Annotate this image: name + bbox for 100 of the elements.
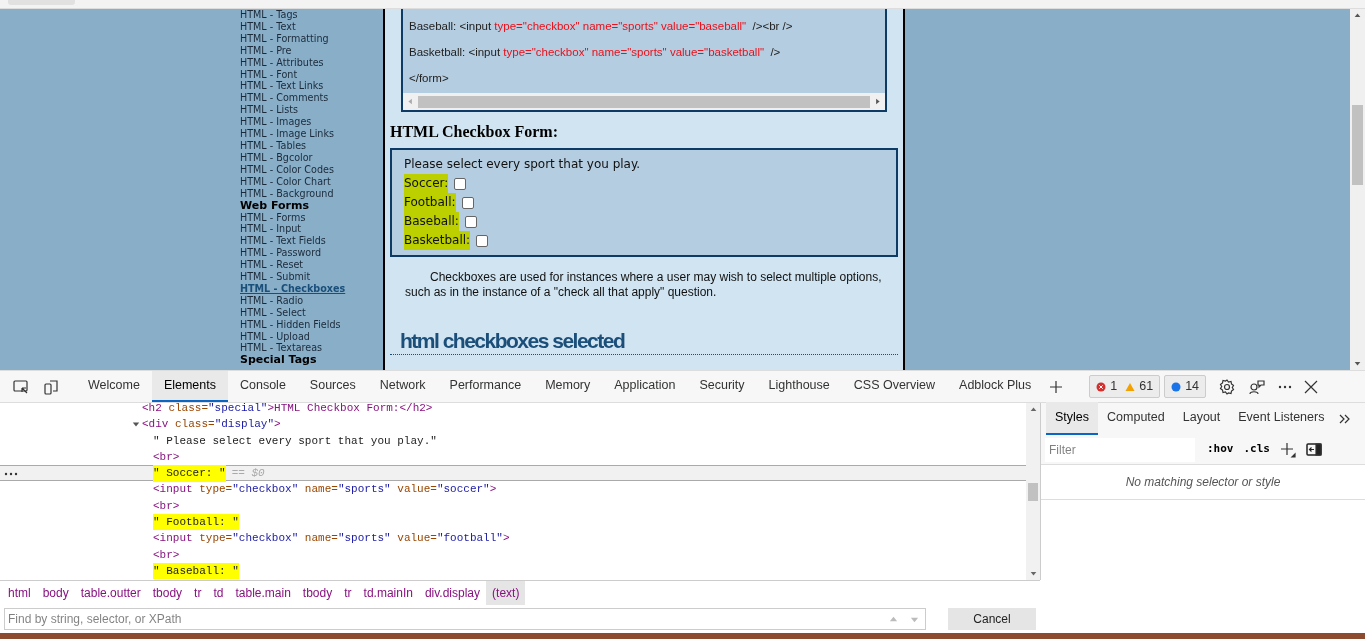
breadcrumb[interactable]: div.display [418, 581, 487, 605]
sidebar-link[interactable]: HTML - Forms [240, 211, 383, 224]
breadcrumb[interactable]: td [207, 581, 230, 605]
dom-element[interactable]: <br> [153, 546, 180, 564]
scroll-down-icon[interactable] [1354, 360, 1361, 367]
dom-text-node[interactable]: " Football: " [153, 514, 239, 531]
styles-tab[interactable]: Layout [1173, 402, 1230, 435]
dom-element[interactable]: <input type="checkbox" name="sports" value="football"> [153, 530, 510, 547]
more-tabs-icon[interactable] [1339, 414, 1352, 424]
devtools-tab[interactable]: Console [228, 371, 298, 402]
sidebar-link[interactable]: HTML - Textareas [240, 342, 383, 355]
sidebar-link[interactable]: HTML - Input [240, 223, 383, 236]
scroll-right-icon[interactable] [874, 98, 881, 105]
sidebar-link[interactable]: HTML - Tables [240, 139, 383, 152]
sidebar-link[interactable]: HTML - Formatting [240, 32, 383, 45]
dom-element[interactable]: <h2 class="special">HTML Checkbox Form:</h2> [142, 399, 433, 417]
devtools-tab[interactable]: Elements [151, 371, 228, 402]
breadcrumb[interactable]: table.outter [74, 581, 147, 605]
dom-text-node[interactable]: " Baseball: " [153, 562, 239, 580]
devtools-tab[interactable]: Sources [297, 371, 368, 402]
devtools-tab[interactable]: Application [602, 371, 688, 402]
horizontal-scrollbar[interactable] [403, 93, 885, 110]
sidebar-link[interactable]: HTML - Text Links [240, 80, 383, 93]
checkbox[interactable] [464, 215, 477, 228]
new-rule-icon[interactable] [1280, 441, 1296, 458]
dom-text-node[interactable]: " Please select every sport that you play." [153, 432, 437, 449]
breadcrumb[interactable]: tbody [296, 581, 339, 605]
hover-state-button[interactable]: :hov [1207, 441, 1234, 458]
breadcrumb[interactable]: tbody [146, 581, 189, 605]
styles-tab[interactable]: Event Listeners [1229, 402, 1334, 435]
checkbox[interactable] [454, 177, 467, 190]
sidebar-link[interactable]: HTML - Text Fields [240, 235, 383, 248]
class-toggle-button[interactable]: .cls [1243, 441, 1270, 458]
sidebar-link[interactable]: HTML - Checkboxes [240, 282, 383, 295]
sidebar-link[interactable]: HTML - Tags [240, 9, 383, 21]
issues-counter[interactable]: 1 61 [1089, 375, 1161, 398]
settings-icon[interactable] [1218, 377, 1237, 396]
styles-tab[interactable]: Computed [1098, 402, 1174, 435]
sidebar-link[interactable]: HTML - Radio [240, 294, 383, 307]
breadcrumb[interactable]: tr [338, 581, 358, 605]
dom-element[interactable]: <br> [153, 448, 180, 466]
search-field[interactable]: Find by string, selector, or XPath [5, 610, 883, 628]
scrollbar-thumb[interactable] [1352, 104, 1363, 185]
checkbox[interactable] [461, 196, 474, 209]
devtools-tab[interactable]: Security [687, 371, 757, 402]
row-menu-icon[interactable] [4, 472, 18, 477]
styles-tab[interactable]: Styles [1046, 402, 1099, 435]
page-scrollbar[interactable] [1350, 9, 1365, 370]
devtools-tab[interactable]: Adblock Plus [947, 371, 1044, 402]
filter-field[interactable]: Filter [1045, 437, 1195, 462]
scroll-up-icon[interactable] [1029, 406, 1037, 413]
breadcrumb[interactable]: (text) [486, 581, 526, 605]
breadcrumb[interactable]: tr [188, 581, 208, 605]
sidebar-link[interactable]: HTML - Bgcolor [240, 151, 383, 164]
elements-scrollbar[interactable] [1026, 403, 1040, 580]
sidebar-link[interactable]: HTML - Pre [240, 44, 383, 57]
devtools-tab[interactable]: Lighthouse [756, 371, 842, 402]
more-menu-icon[interactable] [1278, 384, 1293, 389]
scroll-down-icon[interactable] [1029, 570, 1037, 577]
cancel-button[interactable]: Cancel [948, 608, 1036, 630]
devtools-tab[interactable]: Performance [437, 371, 534, 402]
sidebar-link[interactable]: HTML - Attributes [240, 56, 383, 69]
devtools-tab[interactable]: Welcome [76, 371, 152, 402]
sidebar-link[interactable]: HTML - Color Chart [240, 175, 383, 188]
dom-element[interactable]: <div class="display"> [142, 416, 281, 433]
breadcrumb[interactable]: html [2, 581, 37, 605]
search-bar[interactable]: Find by string, selector, or XPath [4, 608, 926, 630]
sidebar-toggle-icon[interactable] [1306, 443, 1322, 456]
sidebar-link[interactable]: HTML - Select [240, 306, 383, 319]
close-icon[interactable] [1304, 379, 1319, 394]
scroll-up-icon[interactable] [1354, 12, 1361, 19]
inspect-icon[interactable] [12, 377, 30, 396]
devtools-tab[interactable]: CSS Overview [841, 371, 948, 402]
sidebar-link[interactable]: HTML - Background [240, 187, 383, 200]
sidebar-link[interactable]: HTML - Color Codes [240, 163, 383, 176]
devtools-tab[interactable]: Network [367, 371, 438, 402]
breadcrumb[interactable]: table.main [229, 581, 297, 605]
sidebar-link[interactable]: HTML - Hidden Fields [240, 318, 383, 331]
dom-text-node[interactable]: " Soccer: " [153, 465, 226, 482]
sidebar-link[interactable]: HTML - Text [240, 20, 383, 33]
sidebar-link[interactable]: HTML - Image Links [240, 128, 383, 140]
sidebar-link[interactable]: HTML - Lists [240, 104, 383, 117]
breadcrumb[interactable]: td.mainIn [357, 581, 419, 605]
expand-arrow-icon[interactable] [132, 420, 140, 429]
sidebar-link[interactable]: HTML - Submit [240, 271, 383, 283]
devtools-tab[interactable]: Memory [533, 371, 603, 402]
dom-element[interactable]: <input type="checkbox" name="sports" value="soccer"> [153, 481, 497, 498]
scrollbar-thumb[interactable] [1028, 482, 1038, 501]
device-icon[interactable] [42, 377, 60, 396]
feedback-icon[interactable] [1248, 377, 1267, 396]
messages-counter[interactable]: 14 [1164, 375, 1207, 398]
sidebar-link[interactable]: HTML - Upload [240, 330, 383, 343]
sidebar-link[interactable]: HTML - Reset [240, 259, 383, 272]
sidebar-link[interactable]: HTML - Password [240, 247, 383, 260]
dom-element[interactable]: <br> [153, 497, 180, 515]
checkbox[interactable] [476, 234, 489, 247]
add-tab-icon[interactable] [1049, 379, 1064, 394]
sidebar-link[interactable]: HTML - Images [240, 116, 383, 129]
sidebar-link[interactable]: HTML - Font [240, 68, 383, 81]
sidebar-link[interactable]: HTML - Comments [240, 92, 383, 105]
